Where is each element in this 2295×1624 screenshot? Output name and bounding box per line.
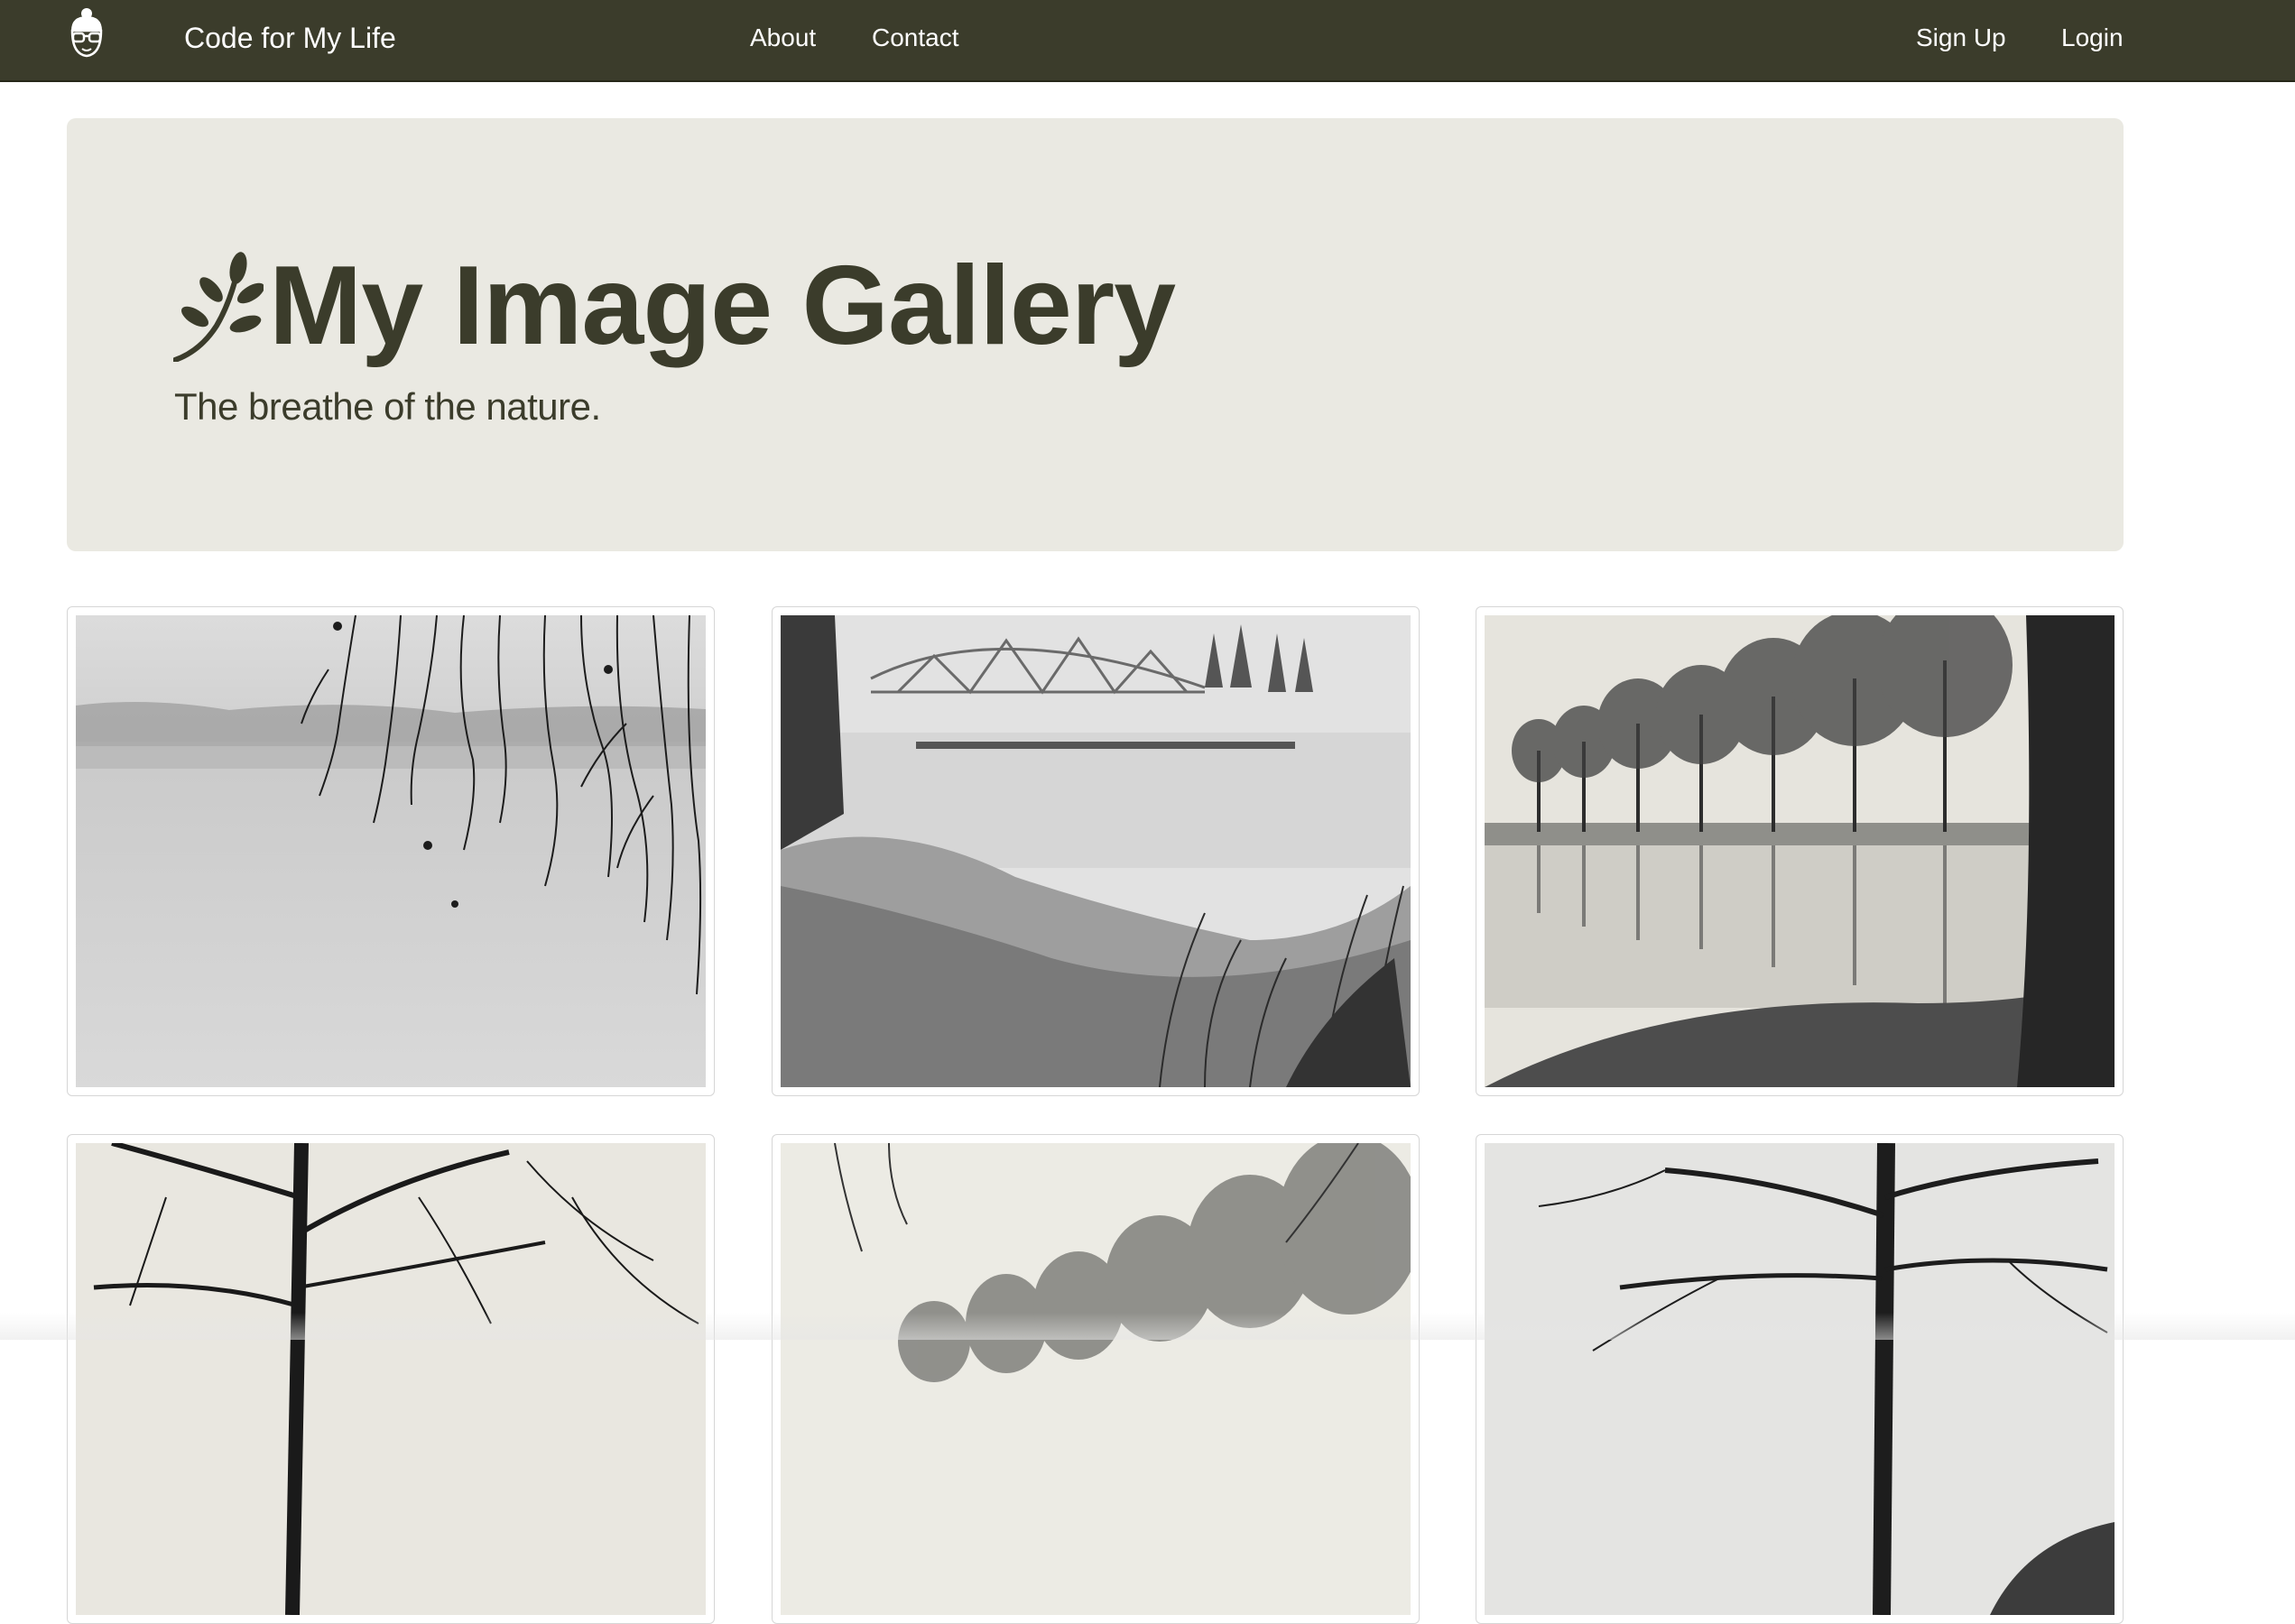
photo-large-bare-tree xyxy=(1485,1143,2115,1615)
page-title-row: My Image Gallery xyxy=(173,243,1176,369)
gallery-item[interactable] xyxy=(772,606,1420,1096)
photo-bare-tree-branches xyxy=(76,1143,706,1615)
photo-misty-tree-row xyxy=(781,1143,1411,1615)
gallery-item[interactable] xyxy=(1476,606,2124,1096)
nav-link-login[interactable]: Login xyxy=(2061,18,2124,58)
leaf-icon xyxy=(173,252,264,362)
gallery-item[interactable] xyxy=(772,1134,1420,1624)
nav-link-contact[interactable]: Contact xyxy=(872,18,959,58)
navbar: Code for My Life About Contact Sign Up L… xyxy=(0,0,2295,82)
gallery-item[interactable] xyxy=(67,1134,715,1624)
nav-link-about[interactable]: About xyxy=(750,18,816,58)
nav-link-sign-up[interactable]: Sign Up xyxy=(1916,18,2006,58)
photo-river-bridge-with-grass xyxy=(781,615,1411,1087)
page-title: My Image Gallery xyxy=(269,244,1176,368)
person-with-glasses-icon[interactable] xyxy=(63,4,110,63)
photo-tree-lined-canal-reflection xyxy=(1485,615,2115,1087)
photo-misty-lake-with-branches xyxy=(76,615,706,1087)
page-subtitle: The breathe of the nature. xyxy=(174,385,601,428)
gallery-item[interactable] xyxy=(67,606,715,1096)
brand-link[interactable]: Code for My Life xyxy=(184,18,396,58)
gallery-item[interactable] xyxy=(1476,1134,2124,1624)
hero-banner: My Image Gallery The breathe of the natu… xyxy=(67,118,2124,551)
